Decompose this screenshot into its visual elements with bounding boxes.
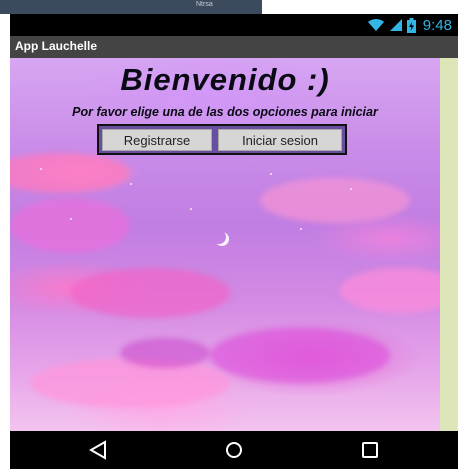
app-screen: Ntrsa 9:48 App Lauchelle Bienvenido:) P… — [0, 0, 458, 469]
side-strip — [440, 58, 458, 431]
moon-icon — [212, 230, 226, 244]
star-decoration — [130, 183, 132, 185]
host-window-strip: Ntrsa — [0, 0, 262, 14]
cloud-decoration — [260, 178, 410, 223]
login-button[interactable]: Iniciar sesion — [218, 129, 342, 151]
app-title: App Lauchelle — [15, 39, 98, 53]
status-icons: 9:48 — [367, 16, 452, 34]
app-title-bar: App Lauchelle — [10, 36, 458, 58]
clock-time: 9:48 — [422, 16, 452, 34]
host-strip-text: Ntrsa — [196, 1, 213, 8]
star-decoration — [40, 168, 42, 170]
welcome-heading: Bienvenido :) — [120, 62, 330, 97]
recent-apps-square-icon[interactable] — [358, 439, 382, 461]
star-decoration — [350, 188, 352, 190]
cloud-decoration — [10, 198, 130, 253]
cloud-decoration — [120, 338, 210, 368]
back-triangle-icon[interactable] — [86, 439, 110, 461]
cloud-decoration — [340, 268, 440, 313]
cloud-decoration — [30, 358, 230, 408]
star-decoration — [300, 228, 302, 230]
star-decoration — [70, 218, 72, 220]
star-decoration — [270, 173, 272, 175]
navigation-bar — [10, 431, 458, 469]
battery-icon — [406, 17, 416, 33]
wifi-icon — [367, 18, 384, 31]
register-button[interactable]: Registrarse — [102, 129, 212, 151]
star-decoration — [190, 208, 192, 210]
main-content: Bienvenido :) Por favor elige una de las… — [10, 58, 440, 431]
home-circle-icon[interactable] — [222, 439, 246, 461]
cloud-decoration — [70, 268, 230, 318]
options-button-group: Registrarse Iniciar sesion — [97, 124, 347, 155]
status-bar: 9:48 — [10, 14, 458, 36]
signal-icon — [389, 19, 402, 31]
cloud-decoration — [10, 153, 130, 193]
instruction-text: Por favor elige una de las dos opciones … — [72, 105, 378, 119]
cloud-decoration — [210, 328, 390, 383]
